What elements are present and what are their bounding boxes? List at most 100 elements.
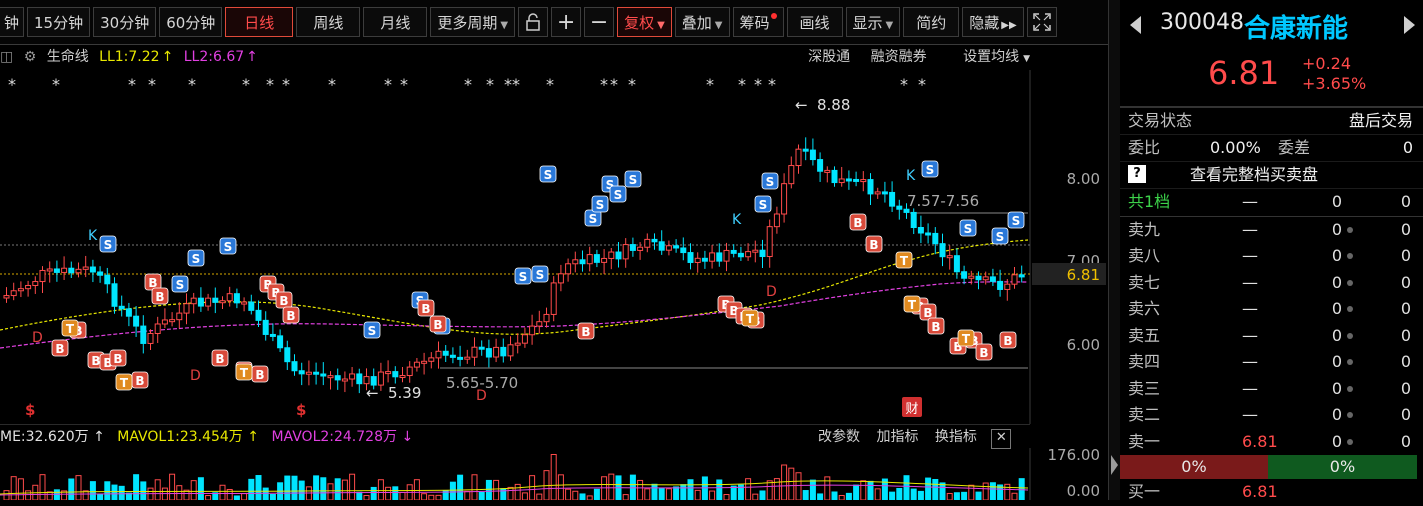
event-star-icon[interactable]: * xyxy=(900,75,908,94)
dividend-icon[interactable]: $ xyxy=(296,401,306,419)
period-weekly-tab[interactable]: 周线 xyxy=(296,7,361,37)
event-star-icon[interactable]: * xyxy=(128,75,136,94)
event-star-icon[interactable]: * xyxy=(504,75,512,94)
event-star-icon[interactable]: * xyxy=(52,75,60,94)
signal-badge-letter: B xyxy=(931,320,940,334)
settings-gear-icon[interactable]: ⚙ xyxy=(24,49,37,65)
next-stock-icon[interactable] xyxy=(1404,16,1415,34)
overlay-dropdown[interactable]: 叠加 ▼ xyxy=(674,7,730,37)
mavol2-arrow-icon: ↓ xyxy=(401,429,414,445)
event-star-icon[interactable]: * xyxy=(768,75,776,94)
notification-dot xyxy=(770,13,777,19)
volume-bar xyxy=(262,487,269,501)
candle-body xyxy=(680,247,687,254)
event-star-icon[interactable]: * xyxy=(754,75,762,94)
help-icon[interactable]: ? xyxy=(1128,165,1146,183)
event-star-icon[interactable]: * xyxy=(282,75,290,94)
candle-body xyxy=(421,360,428,364)
event-star-icon[interactable]: * xyxy=(628,75,636,94)
candle-body xyxy=(824,169,831,173)
volume-chart[interactable]: 176.00 0.00 xyxy=(0,446,1108,501)
display-dropdown[interactable]: 显示 ▼ xyxy=(845,7,901,37)
close-icon[interactable]: ✕ xyxy=(991,429,1012,449)
ask-level-6: 卖六 — 0 0 xyxy=(1120,296,1423,323)
candle-body xyxy=(39,269,46,283)
volume-bar xyxy=(853,484,860,501)
volume-bar xyxy=(385,486,392,501)
full-book-link[interactable]: 查看完整档买卖盘 xyxy=(1190,162,1318,188)
volume-bar xyxy=(968,484,975,501)
chip-button[interactable]: 筹码 xyxy=(732,7,784,37)
candle-body xyxy=(377,371,384,386)
event-star-icon[interactable]: * xyxy=(148,75,156,94)
period-monthly-tab[interactable]: 月线 xyxy=(363,7,428,37)
dividend-icon[interactable]: $ xyxy=(25,401,35,419)
switch-indicator-button[interactable]: 换指标 xyxy=(935,429,977,445)
simple-mode-button[interactable]: 简约 xyxy=(903,7,960,37)
event-star-icon[interactable]: * xyxy=(738,75,746,94)
event-star-icon[interactable]: * xyxy=(400,75,408,94)
more-periods-dropdown[interactable]: 更多周期 ▼ xyxy=(430,7,516,37)
volume-bar xyxy=(701,476,708,501)
period-30min-tab[interactable]: 30分钟 xyxy=(93,7,157,37)
event-star-icon[interactable]: * xyxy=(242,75,250,94)
lock-icon[interactable] xyxy=(518,7,549,37)
period-60min-tab[interactable]: 60分钟 xyxy=(159,7,223,37)
event-star-icon[interactable]: * xyxy=(610,75,618,94)
signal-badge-letter: S xyxy=(104,238,113,252)
event-star-icon[interactable]: * xyxy=(486,75,494,94)
edit-params-button[interactable]: 改参数 xyxy=(818,429,860,445)
period-15min-tab[interactable]: 15分钟 xyxy=(27,7,91,37)
zoom-in-icon[interactable]: + xyxy=(551,7,582,37)
candle-body xyxy=(637,246,644,251)
candle-body xyxy=(341,378,348,382)
volume-axis-top: 176.00 xyxy=(1048,448,1101,464)
volume-bar xyxy=(269,493,276,501)
event-star-icon[interactable]: * xyxy=(600,75,608,94)
event-star-icon[interactable]: * xyxy=(918,75,926,94)
candle-body xyxy=(809,149,816,161)
lock-small-icon[interactable]: ◫ xyxy=(0,49,13,65)
chevron-down-icon: ▼ xyxy=(885,20,894,31)
margin-trading-link[interactable]: 融资融券 xyxy=(871,49,927,65)
hide-button[interactable]: 隐藏 ▶▶ xyxy=(962,7,1024,37)
event-star-icon[interactable]: * xyxy=(384,75,392,94)
volume-bar xyxy=(176,485,183,501)
adjust-price-dropdown[interactable]: 复权 ▼ xyxy=(617,7,672,37)
period-daily-tab[interactable]: 日线 xyxy=(225,7,294,37)
signal-badge-letter: S xyxy=(629,173,638,187)
volume-bar xyxy=(809,479,816,501)
hk-connect-link[interactable]: 深股通 xyxy=(808,49,850,65)
volume-bar xyxy=(25,490,32,501)
quote-panel: 300048 合康新能 6.81 +0.24 +3.65% 交易状态 盘后交易 … xyxy=(1120,0,1423,501)
candle-body xyxy=(658,241,665,251)
event-star-icon[interactable]: * xyxy=(266,75,274,94)
period-minute-tab[interactable]: 钟 xyxy=(0,7,25,37)
prev-stock-icon[interactable] xyxy=(1130,16,1141,34)
candle-body xyxy=(867,179,874,195)
event-star-icon[interactable]: * xyxy=(464,75,472,94)
event-star-icon[interactable]: * xyxy=(546,75,554,94)
candle-body xyxy=(536,321,543,327)
full-book-row[interactable]: ? 查看完整档买卖盘 xyxy=(1120,162,1423,189)
order-diff-value: 0 xyxy=(1402,138,1413,157)
kline-chart[interactable]: SSSSSSSSSSSSSSSSSSSSSBBBBBBBBBBBBBBBBBBB… xyxy=(0,70,1108,424)
event-star-icon[interactable]: * xyxy=(188,75,196,94)
event-star-icon[interactable]: * xyxy=(706,75,714,94)
candle-body xyxy=(838,178,845,184)
candle-body xyxy=(788,165,795,185)
candle-body xyxy=(219,300,226,304)
volume-bar xyxy=(579,493,586,501)
volume-bar xyxy=(10,476,17,501)
zoom-out-icon[interactable]: − xyxy=(584,7,615,37)
ask-level-dot xyxy=(1347,412,1353,418)
volume-bar xyxy=(363,495,370,501)
event-star-icon[interactable]: * xyxy=(328,75,336,94)
set-ma-dropdown[interactable]: 设置均线 ▼ xyxy=(947,49,1030,65)
event-star-icon[interactable]: * xyxy=(8,75,16,94)
fullscreen-icon[interactable] xyxy=(1026,7,1057,37)
event-star-icon[interactable]: * xyxy=(512,75,520,94)
draw-line-button[interactable]: 画线 xyxy=(786,7,843,37)
volume-bar xyxy=(989,482,996,501)
add-indicator-button[interactable]: 加指标 xyxy=(876,429,918,445)
